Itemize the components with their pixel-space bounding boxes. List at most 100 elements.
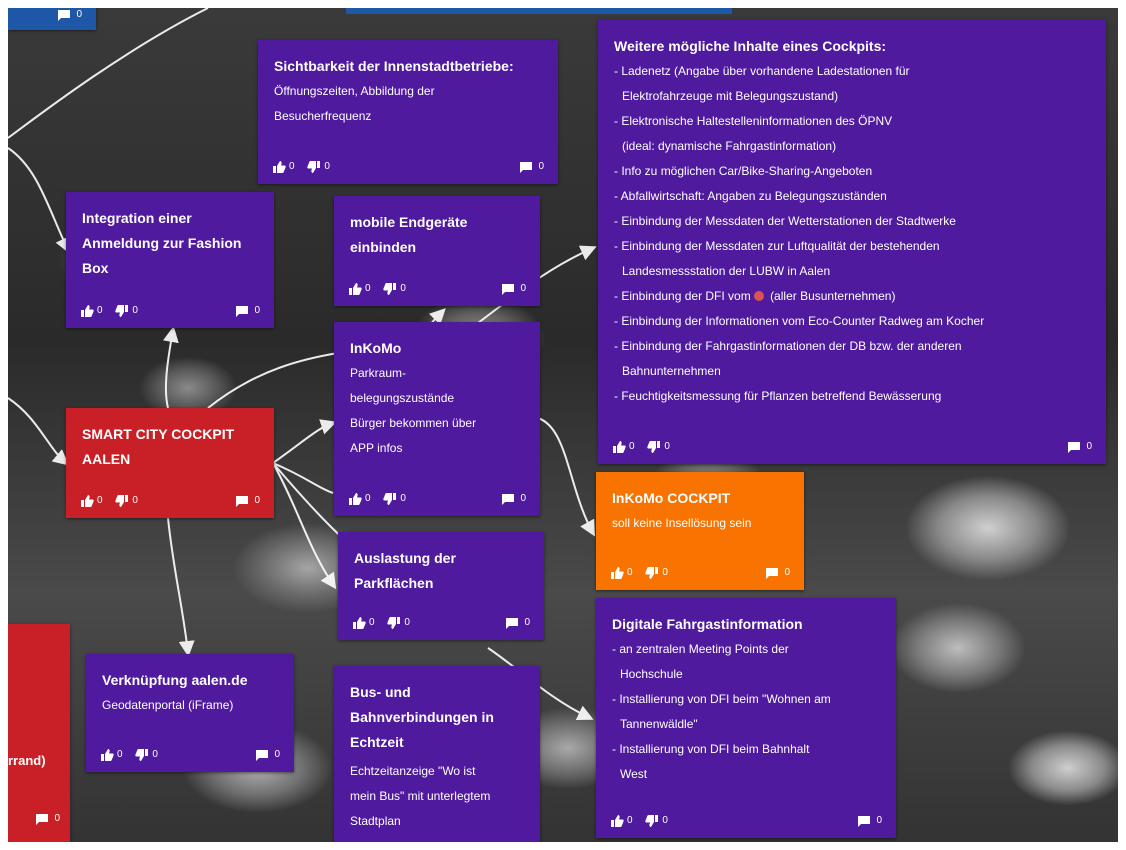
- comment-count[interactable]: 0: [505, 614, 530, 632]
- comment-count[interactable]: 0: [57, 8, 82, 24]
- card-body: - Ladenetz (Angabe über vorhandene Lades…: [614, 59, 1090, 409]
- comment-count[interactable]: 0: [501, 490, 526, 508]
- card-weitere-inhalte[interactable]: Weitere mögliche Inhalte eines Cockpits:…: [598, 20, 1106, 464]
- card-title: mobile Endgeräte einbinden: [350, 214, 468, 255]
- comment-icon: [858, 815, 871, 827]
- comment-count[interactable]: 0: [235, 492, 260, 510]
- board-canvas: 0 Sichtbarkeit der Innenstadtbetriebe: Ö…: [8, 8, 1118, 842]
- downvote-button[interactable]: 0: [383, 490, 406, 508]
- downvote-button[interactable]: 0: [115, 492, 138, 510]
- downvote-button[interactable]: 0: [115, 302, 138, 320]
- comment-icon: [766, 567, 779, 579]
- card-footer: 0 0 0: [272, 158, 544, 176]
- downvote-button[interactable]: 0: [645, 564, 668, 582]
- comment-icon: [502, 493, 515, 505]
- downvote-button[interactable]: 0: [387, 614, 410, 632]
- comment-icon: [1068, 441, 1081, 453]
- card-title: Auslastung der Parkflächen: [354, 550, 456, 591]
- card-footer: 0 0 0: [80, 492, 260, 510]
- comment-icon: [256, 749, 269, 761]
- thumb-down-icon: [645, 567, 659, 579]
- card-title: InKoMo COCKPIT: [612, 490, 731, 506]
- card-inkomo[interactable]: InKoMo Parkraum- belegungszustände Bürge…: [334, 322, 540, 516]
- upvote-button[interactable]: 0: [80, 302, 103, 320]
- card-title: SMART CITY COCKPIT AALEN: [82, 426, 235, 467]
- thumb-down-icon: [383, 493, 397, 505]
- upvote-button[interactable]: 0: [80, 492, 103, 510]
- dfi-line: - Einbindung der DFI vom (aller Busunter…: [614, 289, 896, 303]
- card-integration[interactable]: Integration einer Anmeldung zur Fashion …: [66, 192, 274, 328]
- card-title: Sichtbarkeit der Innenstadtbetriebe:: [274, 58, 514, 74]
- comment-count[interactable]: 0: [857, 812, 882, 830]
- thumb-up-icon: [613, 441, 626, 453]
- thumb-up-icon: [81, 305, 94, 317]
- thumb-down-icon: [383, 283, 397, 295]
- card-mobile-endgeraete[interactable]: mobile Endgeräte einbinden 0 0 0: [334, 196, 540, 306]
- card-footer: 0 0 0: [80, 302, 260, 320]
- thumb-up-icon: [611, 815, 624, 827]
- upvote-button[interactable]: 0: [272, 158, 295, 176]
- downvote-button[interactable]: 0: [647, 438, 670, 456]
- card-body: Öffnungszeiten, Abbildung der Besucherfr…: [274, 84, 435, 123]
- card-body: Geodatenportal (iFrame): [102, 698, 234, 712]
- card-bus-bahn[interactable]: Bus- und Bahnverbindungen in Echtzeit Ec…: [334, 666, 540, 842]
- comment-icon: [506, 617, 519, 629]
- card-footer: 0 0 0: [612, 438, 1092, 456]
- card-title: Bus- und Bahnverbindungen in Echtzeit: [350, 684, 494, 750]
- comment-count[interactable]: 0: [255, 746, 280, 764]
- downvote-button[interactable]: 0: [645, 812, 668, 830]
- upvote-button[interactable]: 0: [610, 564, 633, 582]
- comment-count[interactable]: 0: [501, 280, 526, 298]
- comment-icon: [236, 305, 249, 317]
- upvote-button[interactable]: 0: [100, 746, 123, 764]
- card-title: Verknüpfung aalen.de: [102, 672, 248, 688]
- thumb-down-icon: [645, 815, 659, 827]
- card-footer: 0 0 0: [348, 280, 526, 298]
- card-sichtbarkeit[interactable]: Sichtbarkeit der Innenstadtbetriebe: Öff…: [258, 40, 558, 184]
- thumb-down-icon: [135, 749, 149, 761]
- card-verknuepfung[interactable]: Verknüpfung aalen.de Geodatenportal (iFr…: [86, 654, 294, 772]
- downvote-button[interactable]: 0: [383, 280, 406, 298]
- upvote-button[interactable]: 0: [612, 438, 635, 456]
- thumb-up-icon: [349, 493, 362, 505]
- comment-icon: [520, 161, 533, 173]
- comment-count[interactable]: 0: [765, 564, 790, 582]
- card-title: rrand): [8, 753, 46, 768]
- upvote-button[interactable]: 0: [348, 490, 371, 508]
- thumb-down-icon: [307, 161, 321, 173]
- card-footer: 0 0 0: [610, 812, 882, 830]
- card-auslastung[interactable]: Auslastung der Parkflächen 0 0 0: [338, 532, 544, 640]
- card-smart-city-cockpit[interactable]: SMART CITY COCKPIT AALEN 0 0 0: [66, 408, 274, 518]
- comment-count[interactable]: 0: [235, 302, 260, 320]
- thumb-up-icon: [273, 161, 286, 173]
- downvote-button[interactable]: 0: [307, 158, 330, 176]
- card-topleft[interactable]: 0: [8, 8, 96, 30]
- thumb-up-icon: [353, 617, 366, 629]
- thumb-up-icon: [611, 567, 624, 579]
- card-digitale-fahrgastinformation[interactable]: Digitale Fahrgastinformation - an zentra…: [596, 598, 896, 838]
- comment-icon: [58, 9, 71, 21]
- card-title: Integration einer Anmeldung zur Fashion …: [82, 210, 242, 276]
- card-footer: 0 0 0: [100, 746, 280, 764]
- card-body: Parkraum- belegungszustände Bürger bekom…: [350, 366, 477, 455]
- card-inkomo-cockpit[interactable]: InKoMo COCKPIT soll keine Insellösung se…: [596, 472, 804, 590]
- card-title: Weitere mögliche Inhalte eines Cockpits:: [614, 38, 887, 54]
- comment-count[interactable]: 0: [35, 810, 60, 828]
- card-footer: 0 0 0: [352, 614, 530, 632]
- thumb-down-icon: [387, 617, 401, 629]
- comment-icon: [36, 813, 49, 825]
- comment-count[interactable]: 0: [519, 158, 544, 176]
- card-body: soll keine Insellösung sein: [612, 516, 752, 530]
- thumb-down-icon: [115, 495, 129, 507]
- thumb-up-icon: [349, 283, 362, 295]
- thumb-down-icon: [115, 305, 129, 317]
- comment-count[interactable]: 0: [1067, 438, 1092, 456]
- card-footer: 0 0 0: [610, 564, 790, 582]
- upvote-button[interactable]: 0: [352, 614, 375, 632]
- card-body: - an zentralen Meeting Points der Hochsc…: [612, 642, 831, 781]
- card-left-partial[interactable]: rrand) 0: [8, 624, 70, 842]
- upvote-button[interactable]: 0: [348, 280, 371, 298]
- upvote-button[interactable]: 0: [610, 812, 633, 830]
- comment-icon: [236, 495, 249, 507]
- downvote-button[interactable]: 0: [135, 746, 158, 764]
